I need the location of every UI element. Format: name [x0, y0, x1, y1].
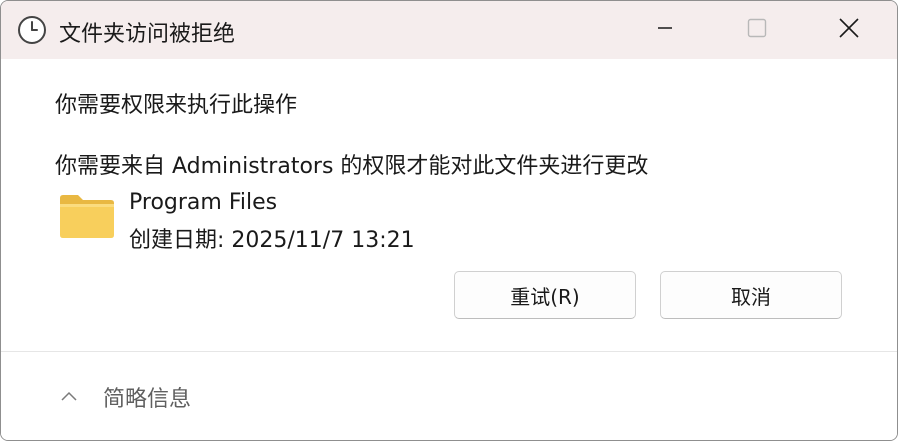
folder-icon	[58, 192, 116, 240]
details-label: 简略信息	[103, 387, 192, 412]
clock-icon	[17, 15, 47, 45]
dialog-footer: 简略信息	[1, 352, 897, 440]
permission-dialog: 文件夹访问被拒绝 你需要权限来执行此操作 你需要来自 Administrator…	[0, 0, 898, 441]
close-icon	[839, 18, 859, 42]
message-description: 你需要来自 Administrators 的权限才能对此文件夹进行更改	[55, 154, 649, 179]
minimize-button[interactable]	[619, 1, 711, 59]
close-button[interactable]	[803, 1, 895, 59]
details-toggle[interactable]: 简略信息	[59, 374, 191, 420]
message-headline: 你需要权限来执行此操作	[55, 93, 298, 118]
window-title: 文件夹访问被拒绝	[59, 22, 236, 47]
minimize-icon	[657, 20, 673, 40]
chevron-up-icon	[59, 387, 79, 407]
retry-button[interactable]: 重试(R)	[454, 271, 636, 319]
title-bar[interactable]: 文件夹访问被拒绝	[1, 1, 897, 59]
maximize-button[interactable]	[711, 1, 803, 59]
maximize-icon	[747, 18, 767, 42]
dialog-body: 你需要权限来执行此操作 你需要来自 Administrators 的权限才能对此…	[1, 59, 897, 351]
folder-name: Program Files	[129, 190, 278, 215]
folder-created-date: 创建日期: 2025/11/7 13:21	[129, 228, 415, 253]
cancel-button[interactable]: 取消	[660, 271, 842, 319]
